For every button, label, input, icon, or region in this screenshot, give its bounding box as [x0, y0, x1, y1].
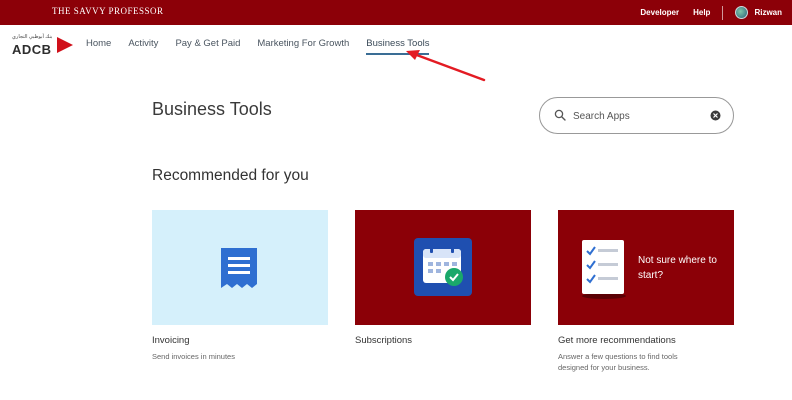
get-recommendations-card[interactable]: Not sure where to start? Get more recomm…: [558, 210, 734, 373]
help-link[interactable]: Help: [693, 8, 710, 17]
brand-name: THE SAVVY PROFESSOR: [52, 6, 164, 16]
card-title[interactable]: Get more recommendations: [558, 335, 734, 346]
card-description: Answer a few questions to find tools des…: [558, 352, 678, 372]
nav-menu: Home Activity Pay & Get Paid Marketing F…: [86, 38, 446, 55]
annotation-arrow-icon: [406, 50, 486, 82]
main-nav-bar: بنك أبوظبي التجاري ADCB Home Activity Pa…: [0, 25, 792, 63]
card-title[interactable]: Invoicing: [152, 335, 328, 346]
clear-search-icon[interactable]: [710, 110, 721, 121]
invoicing-card[interactable]: Invoicing Send invoices in minutes: [152, 210, 328, 362]
logo-arabic-text: بنك أبوظبي التجاري: [12, 34, 53, 40]
recommendations-card-image[interactable]: Not sure where to start?: [558, 210, 734, 325]
username[interactable]: Rizwan: [754, 8, 782, 17]
divider: [722, 5, 724, 20]
subscriptions-card[interactable]: Subscriptions: [355, 210, 531, 346]
nav-item-home[interactable]: Home: [86, 38, 111, 55]
logo-mark-icon: [57, 37, 73, 53]
search-input[interactable]: [573, 108, 698, 124]
nav-item-marketing[interactable]: Marketing For Growth: [257, 38, 349, 55]
section-title: Recommended for you: [152, 167, 309, 184]
subscriptions-card-image[interactable]: [355, 210, 531, 325]
checklist-icon: [582, 240, 626, 299]
nav-item-activity[interactable]: Activity: [128, 38, 158, 55]
nav-item-pay-get-paid[interactable]: Pay & Get Paid: [175, 38, 240, 55]
search-icon: [554, 109, 566, 121]
page-title: Business Tools: [152, 99, 272, 119]
card-title[interactable]: Subscriptions: [355, 335, 531, 346]
top-bar: THE SAVVY PROFESSOR Developer Help Rizwa…: [0, 0, 792, 25]
calendar-icon: [414, 238, 472, 296]
developer-link[interactable]: Developer: [640, 8, 679, 17]
search-box[interactable]: [539, 97, 734, 134]
adcb-logo[interactable]: بنك أبوظبي التجاري ADCB: [12, 34, 76, 57]
invoicing-card-image[interactable]: [152, 210, 328, 325]
card-description: Send invoices in minutes: [152, 352, 235, 361]
logo-text: ADCB: [12, 42, 52, 57]
top-links: Developer Help Rizwan: [626, 0, 782, 25]
receipt-icon: [221, 248, 257, 288]
recommendations-overlay-text: Not sure where to start?: [638, 255, 717, 281]
avatar[interactable]: [735, 6, 749, 19]
